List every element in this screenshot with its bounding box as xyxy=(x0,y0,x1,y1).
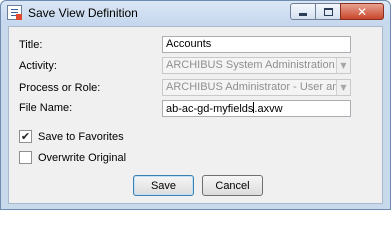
process-select: ARCHIBUS Administrator - User and Secu..… xyxy=(162,79,351,96)
process-select-value: ARCHIBUS Administrator - User and Secu..… xyxy=(166,81,350,93)
minimize-button[interactable] xyxy=(290,3,316,20)
save-favorites-checkbox[interactable]: ✔ xyxy=(19,130,32,143)
chevron-down-icon: ▼ xyxy=(336,80,350,95)
activity-select: ARCHIBUS System Administration ▼ xyxy=(162,57,351,74)
filename-text-after-cursor: .axvw xyxy=(254,103,283,115)
dialog-body: Title: Accounts Activity: ARCHIBUS Syste… xyxy=(8,26,383,204)
maximize-icon xyxy=(323,7,333,16)
process-label: Process or Role: xyxy=(19,82,101,94)
window-title: Save View Definition xyxy=(28,6,138,20)
activity-label: Activity: xyxy=(19,60,57,72)
maximize-button[interactable] xyxy=(315,3,341,20)
overwrite-checkbox[interactable] xyxy=(19,151,32,164)
filename-input-value: ab-ac-gd-myfields.axvw xyxy=(166,102,347,116)
filename-input[interactable]: ab-ac-gd-myfields.axvw xyxy=(162,100,351,117)
cancel-button[interactable]: Cancel xyxy=(202,175,263,196)
chevron-down-icon: ▼ xyxy=(336,58,350,73)
save-button[interactable]: Save xyxy=(133,175,194,196)
activity-select-value: ARCHIBUS System Administration xyxy=(166,59,335,71)
checkmark-icon: ✔ xyxy=(20,130,31,143)
title-bar[interactable]: Save View Definition ✕ xyxy=(1,1,390,25)
filename-label: File Name: xyxy=(19,102,73,114)
title-label: Title: xyxy=(19,39,43,51)
window-controls: ✕ xyxy=(290,3,384,20)
save-favorites-option[interactable]: ✔ Save to Favorites xyxy=(19,130,124,143)
dialog-window: Save View Definition ✕ Title: Accounts A… xyxy=(0,0,391,210)
close-button[interactable]: ✕ xyxy=(340,3,384,20)
close-icon: ✕ xyxy=(356,4,368,19)
save-favorites-label: Save to Favorites xyxy=(38,130,124,143)
overwrite-option[interactable]: Overwrite Original xyxy=(19,151,126,164)
overwrite-label: Overwrite Original xyxy=(38,151,127,164)
minimize-icon xyxy=(299,13,307,16)
title-input-value: Accounts xyxy=(166,38,212,50)
document-form-icon xyxy=(7,5,22,20)
filename-text-before-cursor: ab-ac-gd-myfields xyxy=(166,103,254,115)
title-input[interactable]: Accounts xyxy=(162,36,351,53)
